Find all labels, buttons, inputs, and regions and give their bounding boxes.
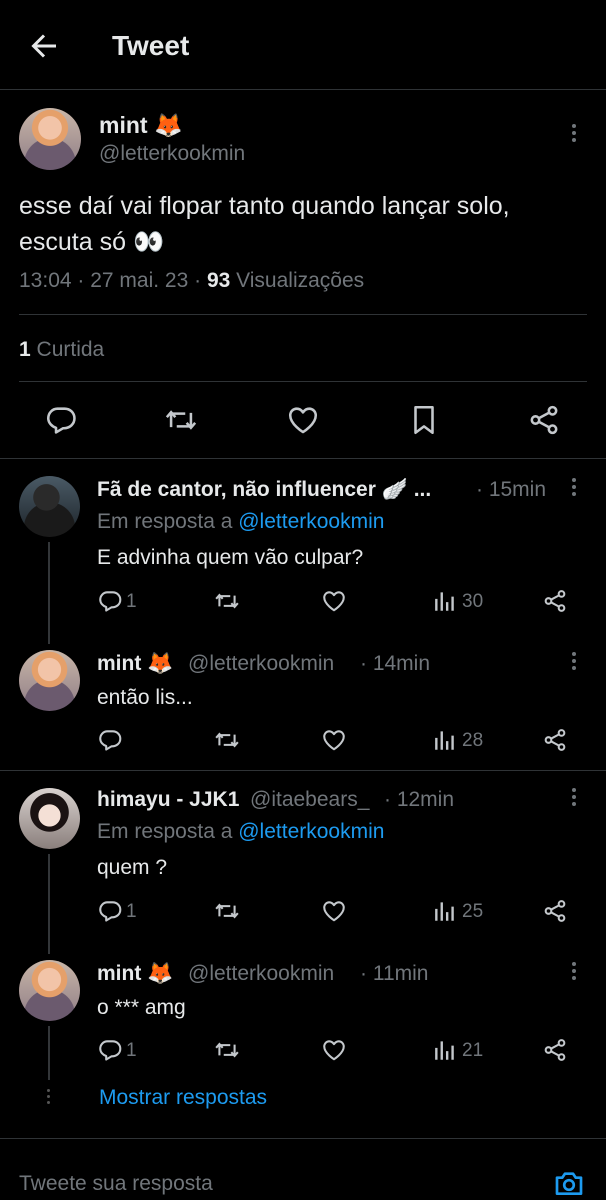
bookmark-icon[interactable] — [407, 403, 441, 437]
reply-author-name[interactable]: Fã de cantor, não influencer 🪽 ... — [97, 478, 431, 502]
reply-time: · 15min — [476, 478, 547, 501]
views-count: 28 — [462, 730, 484, 751]
retweet-icon[interactable] — [214, 588, 240, 614]
share-icon[interactable] — [542, 898, 568, 924]
views-chart-icon[interactable] — [432, 898, 458, 924]
avatar[interactable] — [19, 650, 80, 711]
tweet-timestamp[interactable]: 13:04 · 27 mai. 23 · — [19, 269, 207, 292]
more-options-icon[interactable] — [571, 962, 577, 983]
views-count: 93 — [206, 269, 231, 292]
reply-icon[interactable] — [97, 1037, 123, 1063]
reply-text: E advinha quem vão culpar? — [97, 546, 364, 569]
like-heart-icon[interactable] — [321, 1037, 347, 1063]
reply-text: quem ? — [97, 856, 168, 879]
top-bar: Tweet — [0, 0, 606, 90]
like-heart-icon[interactable] — [286, 403, 320, 437]
reply-count: 1 — [126, 591, 137, 612]
reply-author-name[interactable]: mint 🦊 — [97, 962, 173, 986]
more-options-icon[interactable] — [571, 652, 577, 673]
like-heart-icon[interactable] — [321, 727, 347, 753]
reply-to-link[interactable]: @letterkookmin — [238, 820, 384, 843]
avatar[interactable] — [19, 108, 81, 170]
reply-time: · 12min — [384, 788, 455, 811]
tweet-text-line: escuta só 👀 — [19, 228, 165, 256]
thread-line — [48, 854, 50, 954]
reply-author-handle[interactable]: @itaebears_ — [250, 788, 369, 812]
share-icon[interactable] — [542, 1037, 568, 1063]
reply-text: então lis... — [97, 686, 193, 709]
retweet-icon[interactable] — [164, 403, 198, 437]
reply-count: 1 — [126, 1040, 137, 1061]
likes-label: Curtida — [30, 338, 105, 361]
views-chart-icon[interactable] — [432, 588, 458, 614]
reply-author-name[interactable]: mint 🦊 — [97, 652, 173, 676]
divider — [19, 314, 587, 315]
thread-line — [48, 1026, 50, 1080]
thread-line — [48, 542, 50, 644]
show-replies-link[interactable]: Mostrar respostas — [99, 1086, 267, 1110]
reply-count: 1 — [126, 901, 137, 922]
like-heart-icon[interactable] — [321, 898, 347, 924]
retweet-icon[interactable] — [214, 727, 240, 753]
views-count: 21 — [462, 1040, 484, 1061]
back-arrow-icon[interactable] — [26, 28, 62, 64]
reply-to: Em resposta a @letterkookmin — [97, 820, 384, 844]
tweet-text: esse daí vai flopar tanto quando lançar … — [19, 188, 594, 260]
thread-dots-icon — [46, 1089, 52, 1107]
views-label: Visualizações — [230, 269, 365, 292]
views-chart-icon[interactable] — [432, 727, 458, 753]
reply-to-link[interactable]: @letterkookmin — [238, 510, 384, 533]
like-heart-icon[interactable] — [321, 588, 347, 614]
more-options-icon[interactable] — [571, 478, 577, 499]
author-handle[interactable]: @letterkookmin — [99, 142, 245, 166]
likes-stat[interactable]: 1 Curtida — [19, 338, 104, 362]
views-chart-icon[interactable] — [432, 1037, 458, 1063]
reply-text: o *** amg — [97, 996, 186, 1019]
share-icon[interactable] — [527, 403, 561, 437]
reply-composer: Tweete sua resposta — [0, 1138, 606, 1200]
reply-icon[interactable] — [97, 898, 123, 924]
page-title: Tweet — [112, 30, 190, 61]
camera-icon[interactable] — [552, 1167, 586, 1199]
tweet-meta: 13:04 · 27 mai. 23 · 93 Visualizações — [19, 269, 364, 293]
reply-time: · 11min — [360, 962, 429, 985]
likes-count: 1 — [19, 338, 31, 361]
avatar[interactable] — [19, 788, 80, 849]
retweet-icon[interactable] — [214, 898, 240, 924]
more-options-icon[interactable] — [571, 124, 577, 145]
reply-icon[interactable] — [97, 588, 123, 614]
divider — [0, 458, 606, 459]
reply-author-name[interactable]: himayu - JJK1 — [97, 788, 239, 812]
views-count: 25 — [462, 901, 484, 922]
reply-time: · 14min — [360, 652, 431, 675]
reply-input[interactable]: Tweete sua resposta — [19, 1172, 213, 1196]
avatar[interactable] — [19, 960, 80, 1021]
tweet-text-line: esse daí vai flopar tanto quando lançar … — [19, 192, 510, 220]
reply-to-label: Em resposta a — [97, 510, 239, 533]
more-options-icon[interactable] — [571, 788, 577, 809]
reply-icon[interactable] — [44, 403, 78, 437]
divider — [19, 381, 587, 382]
author-name[interactable]: mint 🦊 — [99, 112, 183, 139]
reply-to: Em resposta a @letterkookmin — [97, 510, 384, 534]
avatar[interactable] — [19, 476, 80, 537]
reply-author-handle[interactable]: @letterkookmin — [188, 962, 334, 986]
share-icon[interactable] — [542, 727, 568, 753]
reply-author-handle[interactable]: @letterkookmin — [188, 652, 334, 676]
divider — [0, 770, 606, 771]
reply-to-label: Em resposta a — [97, 820, 239, 843]
reply-icon[interactable] — [97, 727, 123, 753]
views-count: 30 — [462, 591, 484, 612]
retweet-icon[interactable] — [214, 1037, 240, 1063]
share-icon[interactable] — [542, 588, 568, 614]
